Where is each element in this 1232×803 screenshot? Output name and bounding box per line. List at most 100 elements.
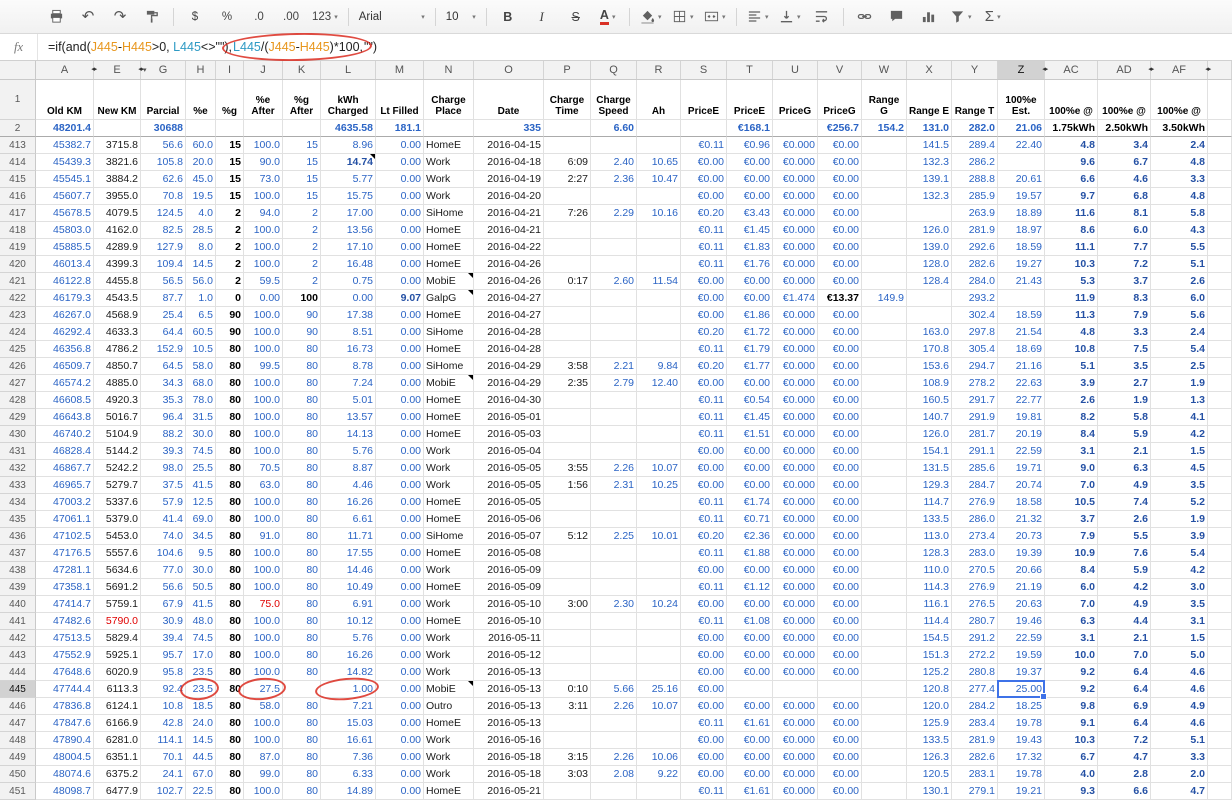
cell-H435[interactable]: 69.0 — [186, 511, 216, 528]
cell-I434[interactable]: 80 — [216, 494, 244, 511]
cell-R426[interactable]: 9.84 — [637, 358, 681, 375]
cell-W423[interactable] — [862, 307, 907, 324]
cell-E433[interactable]: 5279.7 — [94, 477, 141, 494]
cell-AC420[interactable]: 10.3 — [1045, 256, 1098, 273]
cell-L449[interactable]: 7.36 — [321, 749, 376, 766]
cell-Z444[interactable]: 19.37 — [998, 664, 1045, 681]
hidden-columns-marker[interactable]: ◂▸ — [138, 65, 143, 73]
cell-W439[interactable] — [862, 579, 907, 596]
cell-AD418[interactable]: 6.0 — [1098, 222, 1151, 239]
row-header-428[interactable]: 428 — [0, 392, 36, 409]
cell-J432[interactable]: 70.5 — [244, 460, 283, 477]
cell-O435[interactable]: 2016-05-06 — [474, 511, 544, 528]
cell-G444[interactable]: 95.8 — [141, 664, 186, 681]
cell-M439[interactable]: 0.00 — [376, 579, 424, 596]
cell-R449[interactable]: 10.06 — [637, 749, 681, 766]
cell-J451[interactable]: 100.0 — [244, 783, 283, 800]
cell-Q416[interactable] — [591, 188, 637, 205]
vertical-align-button[interactable]: ▾ — [775, 5, 805, 29]
cell-S418[interactable]: €0.11 — [681, 222, 727, 239]
cell-E450[interactable]: 6375.2 — [94, 766, 141, 783]
cell-V420[interactable]: €0.00 — [818, 256, 862, 273]
cell-Z434[interactable]: 18.58 — [998, 494, 1045, 511]
cell-Y2[interactable]: 282.0 — [952, 120, 998, 137]
cell-R418[interactable] — [637, 222, 681, 239]
cell-AD428[interactable]: 1.9 — [1098, 392, 1151, 409]
cell-x417[interactable] — [1208, 205, 1232, 222]
row-header-443[interactable]: 443 — [0, 647, 36, 664]
cell-AF429[interactable]: 4.1 — [1151, 409, 1208, 426]
row-header-425[interactable]: 425 — [0, 341, 36, 358]
cell-A449[interactable]: 48004.5 — [36, 749, 94, 766]
cell-Y448[interactable]: 281.9 — [952, 732, 998, 749]
cell-P417[interactable]: 7:26 — [544, 205, 591, 222]
cell-A427[interactable]: 46574.2 — [36, 375, 94, 392]
cell-Z432[interactable]: 19.71 — [998, 460, 1045, 477]
cell-E420[interactable]: 4399.3 — [94, 256, 141, 273]
cell-G415[interactable]: 62.6 — [141, 171, 186, 188]
cell-X442[interactable]: 154.5 — [907, 630, 952, 647]
cell-E435[interactable]: 5379.0 — [94, 511, 141, 528]
print-button[interactable] — [41, 5, 71, 29]
cell-M437[interactable]: 0.00 — [376, 545, 424, 562]
hidden-columns-marker[interactable]: ◂▸ — [91, 65, 96, 73]
cell-AC444[interactable]: 9.2 — [1045, 664, 1098, 681]
cell-x440[interactable] — [1208, 596, 1232, 613]
cell-Z439[interactable]: 21.19 — [998, 579, 1045, 596]
cell-H415[interactable]: 45.0 — [186, 171, 216, 188]
cell-I429[interactable]: 80 — [216, 409, 244, 426]
cell-Z445[interactable]: 25.00 — [998, 681, 1045, 698]
cell-x447[interactable] — [1208, 715, 1232, 732]
cell-O413[interactable]: 2016-04-15 — [474, 137, 544, 154]
cell-J445[interactable]: 27.5 — [244, 681, 283, 698]
cell-H451[interactable]: 22.5 — [186, 783, 216, 800]
cell-L420[interactable]: 16.48 — [321, 256, 376, 273]
cell-E445[interactable]: 6113.3 — [94, 681, 141, 698]
cell-M433[interactable]: 0.00 — [376, 477, 424, 494]
cell-Y428[interactable]: 291.7 — [952, 392, 998, 409]
cell-S445[interactable]: €0.00 — [681, 681, 727, 698]
cell-O429[interactable]: 2016-05-01 — [474, 409, 544, 426]
cell-A445[interactable]: 47744.4 — [36, 681, 94, 698]
cell-M426[interactable]: 0.00 — [376, 358, 424, 375]
cell-AC414[interactable]: 9.6 — [1045, 154, 1098, 171]
cell-AF2[interactable]: 3.50kWh — [1151, 120, 1208, 137]
cell-T428[interactable]: €0.54 — [727, 392, 773, 409]
row-header-414[interactable]: 414 — [0, 154, 36, 171]
cell-R450[interactable]: 9.22 — [637, 766, 681, 783]
cell-AD421[interactable]: 3.7 — [1098, 273, 1151, 290]
cell-N442[interactable]: Work — [424, 630, 474, 647]
cell-H450[interactable]: 67.0 — [186, 766, 216, 783]
row-header-424[interactable]: 424 — [0, 324, 36, 341]
cell-O422[interactable]: 2016-04-27 — [474, 290, 544, 307]
cell-E1[interactable]: New KM — [94, 80, 141, 120]
cell-U435[interactable]: €0.000 — [773, 511, 818, 528]
cell-W428[interactable] — [862, 392, 907, 409]
cell-S444[interactable]: €0.00 — [681, 664, 727, 681]
cell-K429[interactable]: 80 — [283, 409, 321, 426]
cell-O426[interactable]: 2016-04-29 — [474, 358, 544, 375]
cell-Z427[interactable]: 22.63 — [998, 375, 1045, 392]
cell-Z423[interactable]: 18.59 — [998, 307, 1045, 324]
redo-button[interactable]: ↷ — [105, 5, 135, 29]
cell-Z426[interactable]: 21.16 — [998, 358, 1045, 375]
cell-R433[interactable]: 10.25 — [637, 477, 681, 494]
cell-AD430[interactable]: 5.9 — [1098, 426, 1151, 443]
cell-L2[interactable]: 4635.58 — [321, 120, 376, 137]
cell-O434[interactable]: 2016-05-05 — [474, 494, 544, 511]
column-header-T[interactable]: T — [727, 61, 773, 79]
cell-E434[interactable]: 5337.6 — [94, 494, 141, 511]
cell-W415[interactable] — [862, 171, 907, 188]
cell-AD443[interactable]: 7.0 — [1098, 647, 1151, 664]
cell-AF450[interactable]: 2.0 — [1151, 766, 1208, 783]
cell-AF415[interactable]: 3.3 — [1151, 171, 1208, 188]
cell-I431[interactable]: 80 — [216, 443, 244, 460]
cell-P426[interactable]: 3:58 — [544, 358, 591, 375]
cell-A419[interactable]: 45885.5 — [36, 239, 94, 256]
cell-T426[interactable]: €1.77 — [727, 358, 773, 375]
cell-M449[interactable]: 0.00 — [376, 749, 424, 766]
cell-O441[interactable]: 2016-05-10 — [474, 613, 544, 630]
cell-H420[interactable]: 14.5 — [186, 256, 216, 273]
cell-AC436[interactable]: 7.9 — [1045, 528, 1098, 545]
cell-AC440[interactable]: 7.0 — [1045, 596, 1098, 613]
